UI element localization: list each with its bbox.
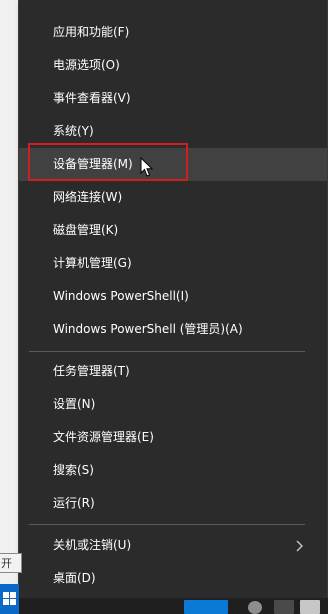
menu-item-power-options[interactable]: 电源选项(O) [19, 49, 327, 82]
menu-separator [29, 351, 305, 352]
taskbar-app-button[interactable] [274, 600, 294, 614]
menu-item-computer-management[interactable]: 计算机管理(G) [19, 247, 327, 280]
menu-item-shutdown-signout[interactable]: 关机或注销(U) [19, 529, 327, 562]
mouse-cursor-icon [140, 157, 154, 177]
menu-separator [29, 524, 305, 525]
menu-item-event-viewer[interactable]: 事件查看器(V) [19, 82, 327, 115]
menu-item-desktop[interactable]: 桌面(D) [19, 562, 327, 595]
chevron-right-icon [296, 540, 303, 552]
menu-item-file-explorer[interactable]: 文件资源管理器(E) [19, 421, 327, 454]
menu-item-settings[interactable]: 设置(N) [19, 388, 327, 421]
start-tooltip: 开始 [0, 553, 22, 573]
windows-logo-icon [3, 592, 16, 605]
winx-context-menu: 应用和功能(F) 电源选项(O) 事件查看器(V) 系统(Y) 设备管理器(M)… [19, 0, 327, 598]
start-tooltip-text: 开始 [1, 557, 12, 570]
menu-item-powershell[interactable]: Windows PowerShell(I) [19, 280, 327, 313]
menu-item-task-manager[interactable]: 任务管理器(T) [19, 355, 327, 388]
menu-item-disk-management[interactable]: 磁盘管理(K) [19, 214, 327, 247]
taskbar-app-button[interactable] [300, 600, 320, 614]
menu-item-powershell-admin[interactable]: Windows PowerShell (管理员)(A) [19, 313, 327, 346]
taskbar-app-button[interactable] [184, 600, 228, 614]
annotation-highlight-box [28, 143, 188, 181]
menu-item-network-connections[interactable]: 网络连接(W) [19, 181, 327, 214]
menu-item-run[interactable]: 运行(R) [19, 487, 327, 520]
menu-item-label: 关机或注销(U) [53, 538, 132, 552]
menu-item-apps-features[interactable]: 应用和功能(F) [19, 16, 327, 49]
taskbar-app-icon[interactable] [248, 601, 262, 614]
menu-item-search[interactable]: 搜索(S) [19, 454, 327, 487]
start-button[interactable] [0, 584, 19, 614]
